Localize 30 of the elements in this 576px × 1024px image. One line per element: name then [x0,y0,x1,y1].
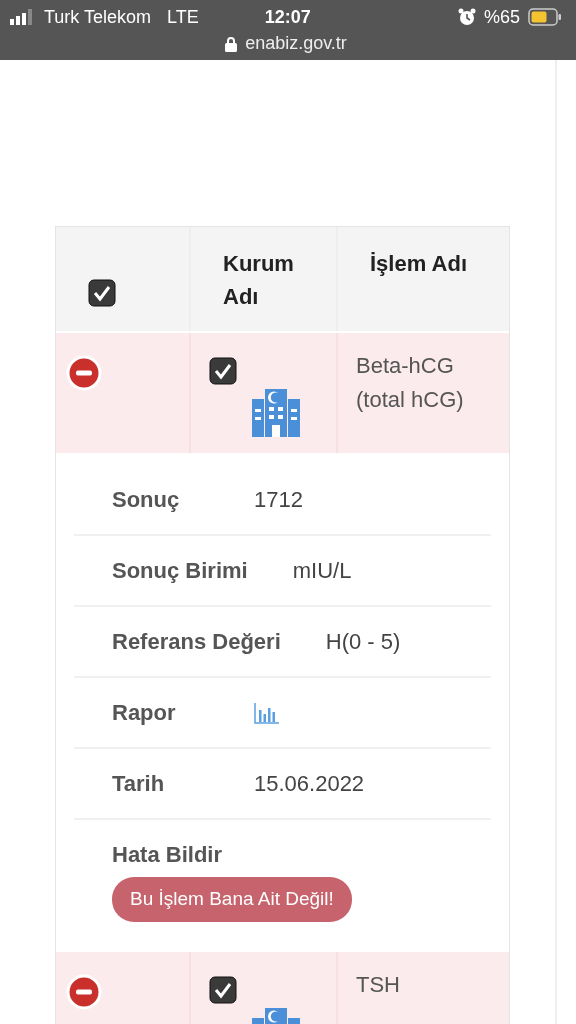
detail-label: Sonuç Birimi [112,557,248,585]
network-type: LTE [167,5,199,29]
detail-value: 1712 [254,486,303,514]
detail-label: Referans Değeri [112,628,281,656]
detail-value: H(0 - 5) [325,628,401,656]
alarm-icon [457,8,476,26]
detail-label: Sonuç [112,486,181,514]
column-header: Kurum Adı [223,250,295,311]
collapse-icon[interactable] [66,355,102,391]
detail-label: Hata Bildir [112,841,224,869]
lock-icon [225,35,238,52]
clock-time: 12:07 [264,5,311,29]
checkbox[interactable] [209,357,237,385]
checkbox[interactable] [88,279,116,307]
battery-percent: %65 [483,5,520,29]
detail-label: Rapor [112,699,177,727]
url-text: enabiz.gov.tr [245,32,347,55]
detail-value: mIU/L [292,557,352,585]
bar-chart-icon[interactable] [254,701,280,724]
battery-icon [528,8,562,26]
detail-value: 15.06.2022 [254,770,365,798]
report-error-button[interactable]: Bu İşlem Bana Ait Değil! [112,877,352,922]
detail-label: Tarih [112,770,166,798]
collapse-icon[interactable] [66,973,102,1010]
procedure-name: TSH [356,970,400,999]
procedure-name: Beta-hCG (total hCG) [356,352,465,414]
building-icon [252,389,300,437]
column-header: İşlem Adı [370,250,467,278]
checkbox[interactable] [209,975,237,1004]
carrier-name: Turk Telekom [44,5,152,29]
